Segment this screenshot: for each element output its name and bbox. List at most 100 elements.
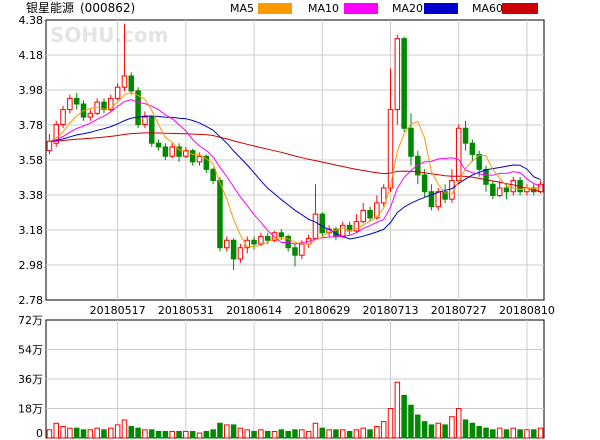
price-axis-labels: 4.38 4.18 3.98 3.78 3.58 3.38 3.18 2.98 2.78 xyxy=(19,14,44,307)
stock-name: 银星能源 xyxy=(26,1,74,15)
candle-body xyxy=(169,146,175,157)
date-tick-label: 20180629 xyxy=(294,304,350,317)
volume-bar xyxy=(189,430,196,439)
volume-tick-label: 0 xyxy=(36,427,43,440)
candle xyxy=(73,92,80,110)
volume-bar xyxy=(121,419,128,439)
kline-chart: 银星能源 (000862) MA5 MA10 MA20 MA60 SOHU.co… xyxy=(18,1,555,440)
candle-body xyxy=(421,174,428,193)
candle xyxy=(367,206,373,222)
candle-body xyxy=(251,239,257,245)
date-tick-label: 20180810 xyxy=(499,304,555,317)
candle xyxy=(258,232,264,246)
candle-body xyxy=(340,224,346,238)
legend-label-ma5: MA5 xyxy=(230,2,254,15)
volume-bar xyxy=(258,429,264,439)
volume-bar xyxy=(380,421,387,439)
volume-bar xyxy=(94,427,100,439)
volume-bar xyxy=(285,430,291,439)
candle xyxy=(408,113,414,166)
volume-bar xyxy=(340,429,346,439)
candle-body xyxy=(73,97,80,105)
date-tick-label: 20180517 xyxy=(90,304,146,317)
candle xyxy=(169,143,175,159)
candle xyxy=(162,143,169,160)
volume-bar xyxy=(101,429,107,439)
volume-bar xyxy=(415,414,421,439)
volume-bar xyxy=(176,430,182,439)
candle-body xyxy=(264,236,271,241)
date-tick-label: 20180531 xyxy=(158,304,214,317)
volume-bar xyxy=(299,429,305,439)
candle-body xyxy=(155,142,162,148)
candle-body xyxy=(217,180,223,249)
volume-bar xyxy=(360,427,366,439)
volume-bar xyxy=(469,422,476,439)
volume-bars xyxy=(46,381,544,439)
volume-bar xyxy=(394,381,401,439)
volume-bar xyxy=(237,427,244,439)
candle xyxy=(46,133,53,155)
candle xyxy=(155,139,162,151)
volume-bar xyxy=(490,429,496,439)
candle xyxy=(490,180,496,200)
candle-body xyxy=(408,127,414,157)
price-tick-label: 4.38 xyxy=(19,14,44,27)
candle-body xyxy=(196,155,203,163)
candle xyxy=(496,180,503,198)
candle xyxy=(114,83,121,101)
price-tick-label: 3.38 xyxy=(19,189,44,202)
volume-bar xyxy=(128,426,135,439)
price-tick-label: 3.58 xyxy=(19,154,44,167)
candle-body xyxy=(148,116,155,144)
candle xyxy=(135,87,141,129)
volume-bar xyxy=(114,424,121,439)
candle-body xyxy=(367,209,373,219)
candles xyxy=(46,23,544,271)
candle xyxy=(217,176,223,252)
candle-body xyxy=(360,209,366,223)
volume-bar xyxy=(224,424,230,439)
legend-ma60: MA60 xyxy=(472,2,538,15)
volume-bar xyxy=(80,429,87,439)
volume-bar xyxy=(217,422,223,439)
candle-body xyxy=(67,97,73,111)
candle-body xyxy=(374,202,380,219)
volume-bar xyxy=(230,424,237,439)
candle-body xyxy=(189,150,196,163)
candle-body xyxy=(60,109,66,126)
volume-bar xyxy=(264,430,271,439)
volume-bar xyxy=(435,422,442,439)
volume-bar xyxy=(421,421,428,439)
candle xyxy=(524,184,530,196)
candle xyxy=(394,34,401,125)
volume-bar xyxy=(148,429,155,439)
price-tick-label: 2.98 xyxy=(19,259,44,272)
candle xyxy=(176,143,182,162)
candle-body xyxy=(319,213,326,234)
legend: MA5 MA10 MA20 MA60 xyxy=(230,2,538,15)
candle-body xyxy=(312,213,319,239)
volume-bar xyxy=(210,429,216,439)
volume-bar xyxy=(169,430,175,439)
date-tick-label: 20180614 xyxy=(226,304,282,317)
volume-bar xyxy=(346,430,353,439)
candle-body xyxy=(380,187,387,204)
volume-bar xyxy=(73,427,80,439)
candle-body xyxy=(142,116,148,126)
candle xyxy=(189,148,196,166)
price-tick-label: 3.98 xyxy=(19,84,44,97)
volume-bar xyxy=(135,427,141,439)
volume-bar xyxy=(483,427,489,439)
legend-swatch-ma60 xyxy=(502,3,538,14)
legend-ma10: MA10 xyxy=(308,2,378,15)
candle xyxy=(237,244,244,263)
candle-body xyxy=(87,112,94,118)
volume-bar xyxy=(496,427,503,439)
candle xyxy=(101,98,107,114)
candle xyxy=(449,169,455,203)
volume-bar xyxy=(537,427,544,439)
candle xyxy=(360,202,366,224)
candle xyxy=(142,111,148,129)
candle-body xyxy=(299,243,305,256)
